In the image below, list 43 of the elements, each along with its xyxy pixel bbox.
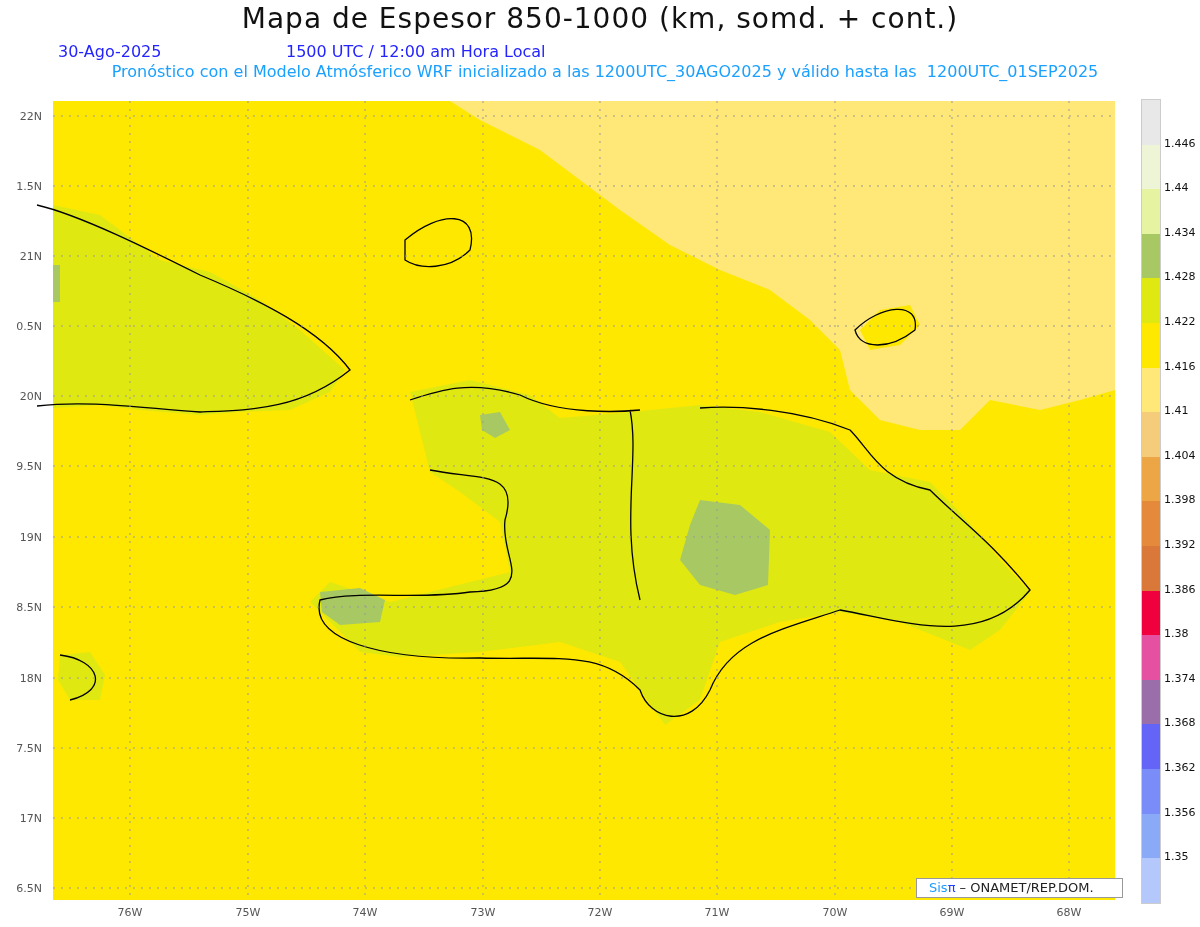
latitude-label: 17N [19, 812, 42, 825]
latitude-label: 8.5N [16, 601, 42, 614]
latitude-label: 21N [19, 250, 42, 263]
longitude-label: 70W [822, 906, 848, 919]
latitude-label: 6.5N [16, 882, 42, 895]
colorbar-label: 1.398 [1164, 493, 1196, 508]
colorbar-label: 1.356 [1164, 805, 1196, 820]
latitude-label: 1.5N [16, 180, 42, 193]
colorbar-label: 1.362 [1164, 760, 1196, 775]
time-text: 1500 UTC / 12:00 am Hora Local [286, 42, 546, 62]
colorbar-label: 1.44 [1164, 181, 1189, 196]
longitude-label: 73W [470, 906, 496, 919]
colorbar-label: 1.446 [1164, 136, 1196, 151]
colorbar-label: 1.416 [1164, 359, 1196, 374]
latitude-label: 18N [19, 672, 42, 685]
colorbar-label: 1.386 [1164, 582, 1196, 597]
forecast-text: Pronóstico con el Modelo Atmósferico WRF inicializado a las 1200UTC_30AGO2025 y válido hasta las 1200UTC_01SEP2025 [110, 62, 1100, 81]
latitude-label: 19N [19, 531, 42, 544]
colorbar-label: 1.368 [1164, 716, 1196, 731]
latitude-label: 20N [19, 390, 42, 403]
logo-label: Sisπ – ONAMET/REP.DOM. [916, 878, 1123, 898]
date-text: 30-Ago-2025 [58, 42, 163, 62]
colorbar-label: 1.392 [1164, 537, 1196, 552]
longitude-label: 76W [117, 906, 143, 919]
longitude-label: 71W [704, 906, 730, 919]
longitude-label: 68W [1056, 906, 1082, 919]
longitude-label: 69W [939, 906, 965, 919]
longitude-label: 72W [587, 906, 613, 919]
colorbar-label: 1.41 [1164, 404, 1189, 419]
colorbar-label: 1.38 [1164, 627, 1189, 642]
colorbar-label: 1.428 [1164, 270, 1196, 285]
colorbar-label: 1.35 [1164, 850, 1189, 865]
longitude-label: 74W [352, 906, 378, 919]
colorbar-label: 1.422 [1164, 314, 1196, 329]
latitude-label: 9.5N [16, 460, 42, 473]
colorbar-label: 1.404 [1164, 448, 1196, 463]
colorbar-label: 1.434 [1164, 225, 1196, 240]
colorbar-label: 1.374 [1164, 671, 1196, 686]
latitude-label: 22N [19, 110, 42, 123]
latitude-label: 7.5N [16, 742, 42, 755]
longitude-label: 75W [235, 906, 261, 919]
map-title: Mapa de Espesor 850-1000 (km, somd. + cont.) [240, 1, 960, 37]
latitude-label: 0.5N [16, 320, 42, 333]
